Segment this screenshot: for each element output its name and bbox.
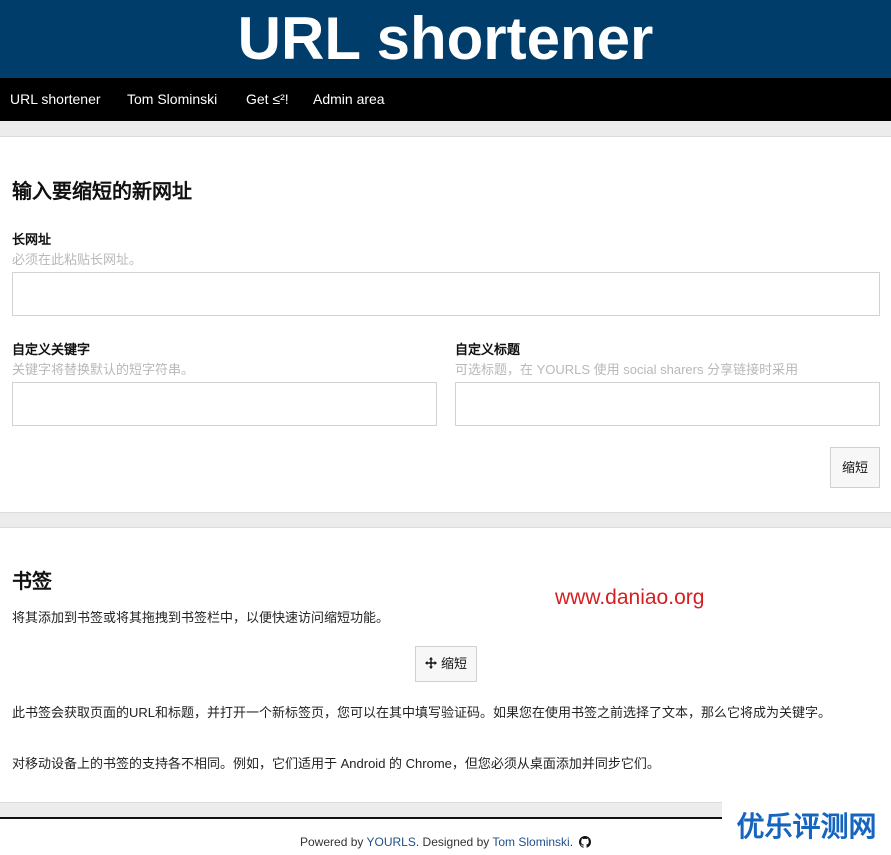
yourls-link[interactable]: YOURLS — [367, 835, 416, 849]
custom-title-hint: 可选标题，在 YOURLS 使用 social sharers 分享链接时采用 — [455, 362, 799, 377]
keyword-label: 自定义关键字 — [12, 342, 91, 357]
keyword-hint: 关键字将替换默认的短字符串。 — [12, 362, 195, 377]
nav-item-tom-slominski[interactable]: Tom Slominski — [127, 78, 217, 121]
nav-item-url-shortener[interactable]: URL shortener — [10, 78, 101, 121]
long-url-input[interactable] — [12, 272, 880, 316]
bookmarklet-desc-2: 对移动设备上的书签的支持各不相同。例如，它们适用于 Android 的 Chro… — [12, 756, 660, 771]
author-link[interactable]: Tom Slominski — [492, 835, 569, 849]
shorten-title: 输入要缩短的新网址 — [12, 181, 192, 203]
move-arrows-icon — [424, 648, 437, 682]
bookmarklet-button-label: 缩短 — [440, 656, 467, 671]
github-icon[interactable] — [579, 836, 592, 851]
shorten-panel: 输入要缩短的新网址 长网址 必须在此粘贴长网址。 自定义关键字 关键字将替换默认… — [0, 136, 891, 513]
long-url-hint: 必须在此粘贴长网址。 — [12, 252, 143, 267]
site-header: URL shortener — [0, 0, 891, 78]
site-title: URL shortener — [237, 5, 654, 72]
corner-logo: 优乐评测网 — [722, 800, 891, 853]
shorten-button[interactable]: 缩短 — [830, 447, 880, 488]
bookmarklet-button[interactable]: 缩短 — [415, 646, 477, 682]
footer-powered: Powered by — [300, 835, 367, 849]
nav-item-admin-area[interactable]: Admin area — [313, 78, 385, 121]
long-url-label: 长网址 — [12, 232, 52, 247]
footer-end: . — [569, 835, 574, 849]
footer-designed: . Designed by — [415, 835, 493, 849]
watermark-text: www.daniao.org — [555, 586, 705, 609]
custom-title-input[interactable] — [455, 382, 880, 426]
keyword-input[interactable] — [12, 382, 437, 426]
nav-item-get[interactable]: Get ≤²! — [246, 78, 289, 121]
bookmarklet-desc-1: 此书签会获取页面的URL和标题，并打开一个新标签页，您可以在其中填写验证码。如果… — [12, 705, 832, 720]
bookmarklet-panel: 书签 将其添加到书签或将其拖拽到书签栏中，以便快速访问缩短功能。 缩短 此书签会… — [0, 527, 891, 803]
bookmarklet-title: 书签 — [12, 571, 52, 593]
footer-text: Powered by YOURLS. Designed by Tom Slomi… — [300, 835, 592, 851]
top-nav: URL shortener Tom Slominski Get ≤²! Admi… — [0, 78, 891, 121]
bookmarklet-intro: 将其添加到书签或将其拖拽到书签栏中，以便快速访问缩短功能。 — [12, 610, 390, 625]
custom-title-label: 自定义标题 — [455, 342, 521, 357]
